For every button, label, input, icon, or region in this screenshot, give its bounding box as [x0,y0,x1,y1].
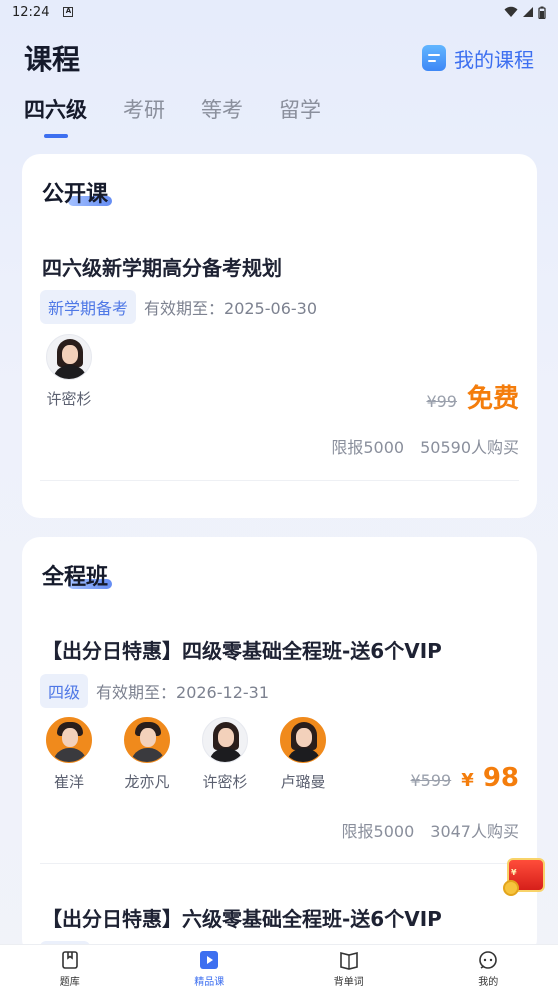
nav-premium-course[interactable]: 精品课 [169,950,249,988]
notification-icon: A [63,7,74,17]
tab-cet[interactable]: 四六级 [24,94,87,128]
section-title: 全程班 [42,565,109,590]
course-tag: 四级 [40,674,89,708]
nav-label: 我的 [478,976,499,988]
teacher-name: 许密杉 [202,773,248,791]
avatar [124,717,170,763]
profile-icon [479,950,498,969]
course-tag: 新学期备考 [40,290,137,324]
avatar [280,717,326,763]
teacher[interactable]: 龙亦凡 [124,717,170,792]
enroll-limit: 限报5000 [341,822,415,841]
original-price: ¥99 [426,392,457,411]
teacher[interactable]: 崔洋 [46,717,92,792]
teacher-list: 许密杉 [46,334,92,409]
enroll-limit: 限报5000 [331,438,405,457]
nav-profile[interactable]: 我的 [448,950,528,988]
course-stats: 限报5000 3047人购买 [342,818,519,842]
course-stats: 限报5000 50590人购买 [331,434,519,458]
teacher[interactable]: 许密杉 [46,334,92,409]
course-title[interactable]: 【出分日特惠】六级零基础全程班-送6个VIP [42,903,442,932]
tab-rank-exam[interactable]: 等考 [201,94,243,128]
bottom-nav: 题库 精品课 背单词 我的 [0,944,558,992]
battery-icon [538,6,546,19]
page-title: 课程 [24,43,81,76]
header: 课程 我的课程 [0,36,558,80]
teacher-name: 许密杉 [46,390,92,408]
status-bar: 12:24 A [0,0,558,24]
category-tabs: 四六级 考研 等考 留学 [24,94,321,144]
signal-icon [523,7,533,17]
tab-study-abroad[interactable]: 留学 [279,94,321,128]
price-value: 98 [482,763,519,793]
book-icon [339,951,358,970]
tab-postgraduate[interactable]: 考研 [123,94,165,128]
validity-text: 有效期至：2025-06-30 [144,299,318,318]
nav-label: 精品课 [194,976,225,988]
nav-label: 背单词 [333,976,364,988]
course-meta: 四级 有效期至：2026-12-31 [40,674,269,708]
wifi-icon [504,6,518,17]
divider [40,863,519,864]
status-time: 12:24 [12,4,50,20]
public-course-card: 公开课 四六级新学期高分备考规划 新学期备考 有效期至：2025-06-30 许… [22,154,537,518]
nav-question-bank[interactable]: 题库 [30,950,110,988]
course-title[interactable]: 四六级新学期高分备考规划 [42,252,282,281]
course-title[interactable]: 【出分日特惠】四级零基础全程班-送6个VIP [42,635,442,664]
question-bank-icon [61,950,78,969]
buyer-count: 3047人购买 [430,822,519,841]
teacher-list: 崔洋 龙亦凡 许密杉 卢璐曼 [46,717,326,792]
nav-label: 题库 [59,976,80,988]
validity-text: 有效期至：2026-12-31 [96,683,270,702]
teacher-name: 龙亦凡 [124,773,170,791]
current-price: 免费 [466,384,519,414]
section-title: 公开课 [42,182,109,207]
teacher[interactable]: 卢璐曼 [280,717,326,792]
avatar [202,717,248,763]
course-meta: 新学期备考 有效期至：2025-06-30 [40,290,317,324]
current-price: ¥ 98 [461,763,519,793]
play-icon [200,950,219,969]
avatar [46,717,92,763]
teacher[interactable]: 许密杉 [202,717,248,792]
my-course-label: 我的课程 [454,47,534,72]
teacher-name: 卢璐曼 [280,773,326,791]
price-row: ¥599 ¥ 98 [411,763,520,793]
price-row: ¥99 免费 [426,378,519,415]
full-course-card: 全程班 【出分日特惠】四级零基础全程班-送6个VIP 四级 有效期至：2026-… [22,537,537,957]
my-course-button[interactable]: 我的课程 [422,44,534,73]
red-packet-icon[interactable]: ¥ [503,854,547,898]
list-icon [422,45,446,71]
avatar [46,334,92,380]
divider [40,480,519,481]
currency-symbol: ¥ [461,770,474,791]
buyer-count: 50590人购买 [420,438,519,457]
nav-vocabulary[interactable]: 背单词 [309,950,389,988]
teacher-name: 崔洋 [53,773,84,791]
original-price: ¥599 [410,771,452,790]
